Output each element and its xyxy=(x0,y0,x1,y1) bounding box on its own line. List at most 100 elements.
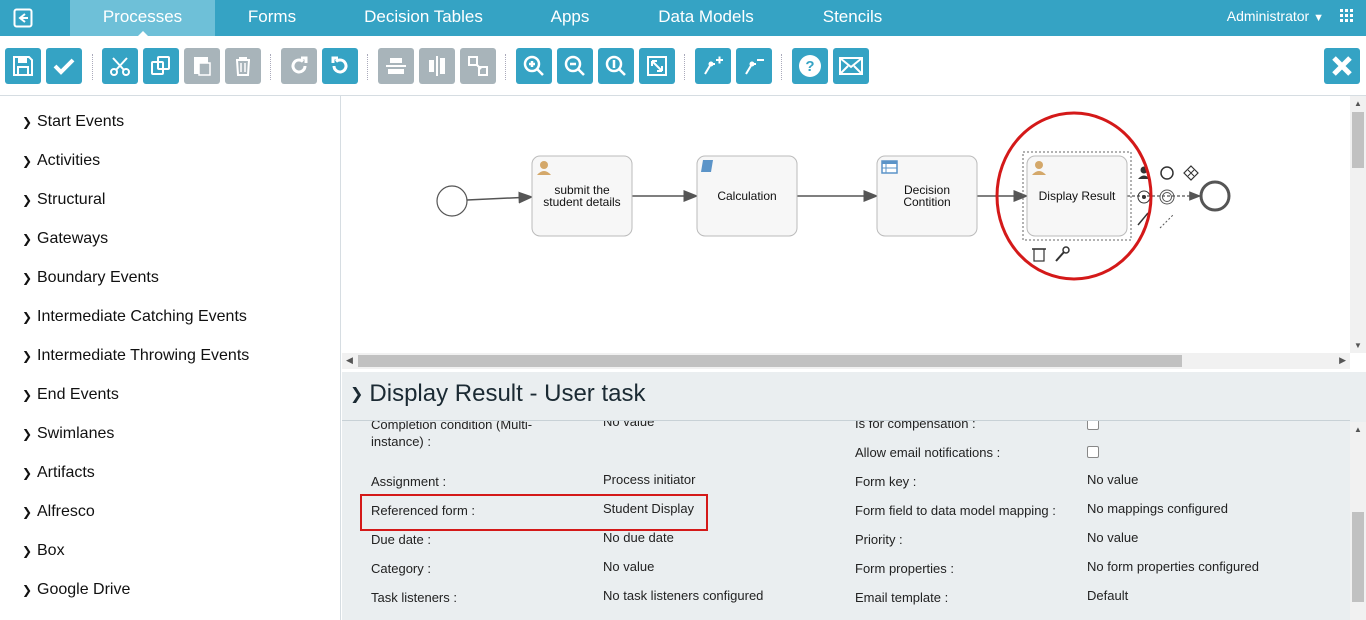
property-value[interactable]: No task listeners configured xyxy=(603,588,763,603)
canvas-vertical-scrollbar[interactable]: ▲ ▼ xyxy=(1350,96,1366,353)
property-label: Allow email notifications : xyxy=(855,445,1001,460)
save-icon xyxy=(13,56,33,76)
scroll-left-arrow-icon[interactable]: ◀ xyxy=(346,355,353,366)
chevron-right-icon: ❯ xyxy=(22,271,33,285)
palette-group-swimlanes[interactable]: ❯ Swimlanes xyxy=(22,422,114,446)
save-button[interactable] xyxy=(5,48,41,84)
palette-group-start-events[interactable]: ❯ Start Events xyxy=(22,110,124,134)
palette-group-alfresco[interactable]: ❯ Alfresco xyxy=(22,500,95,524)
task-calculation[interactable]: Calculation xyxy=(696,155,798,237)
chevron-right-icon: ❯ xyxy=(22,427,33,441)
palette-group-structural[interactable]: ❯ Structural xyxy=(22,188,105,212)
property-label: Email template : xyxy=(855,590,949,605)
scissors-icon xyxy=(110,57,130,76)
tab-processes[interactable]: Processes xyxy=(70,0,215,37)
same-size-button[interactable] xyxy=(460,48,496,84)
close-button[interactable] xyxy=(1324,48,1360,84)
add-bendpoint-button[interactable] xyxy=(695,48,731,84)
canvas-horizontal-scrollbar[interactable]: ◀ ▶ xyxy=(342,353,1350,369)
property-value[interactable]: No value xyxy=(603,559,654,574)
scroll-right-arrow-icon[interactable]: ▶ xyxy=(1339,355,1346,366)
cut-button[interactable] xyxy=(102,48,138,84)
end-event-quick-icon[interactable] xyxy=(1160,166,1174,180)
palette-group-box[interactable]: ❯ Box xyxy=(22,539,65,563)
tab-apps[interactable]: Apps xyxy=(530,0,610,36)
validate-button[interactable] xyxy=(46,48,82,84)
property-value[interactable]: No due date xyxy=(603,530,674,545)
palette-group-gateways[interactable]: ❯ Gateways xyxy=(22,227,108,251)
undo-button[interactable] xyxy=(322,48,358,84)
property-value[interactable]: No form properties configured xyxy=(1087,559,1259,574)
palette-group-activities[interactable]: ❯ Activities xyxy=(22,149,100,173)
property-value[interactable]: No mappings configured xyxy=(1087,501,1228,516)
is-for-compensation-checkbox[interactable] xyxy=(1087,421,1099,430)
property-label: Form field to data model mapping : xyxy=(855,503,1056,518)
delete-button[interactable] xyxy=(225,48,261,84)
start-event[interactable] xyxy=(436,185,468,217)
property-value[interactable]: Process initiator xyxy=(603,472,695,487)
palette-group-google-drive[interactable]: ❯ Google Drive xyxy=(22,578,130,602)
intermediate-event-quick-icon[interactable] xyxy=(1137,190,1151,204)
property-value[interactable]: No value xyxy=(1087,530,1138,545)
palette-group-intermediate-catching-events[interactable]: ❯ Intermediate Catching Events xyxy=(22,305,247,329)
chevron-down-icon: ❯ xyxy=(350,386,364,403)
chevron-down-icon: ▼ xyxy=(1313,12,1324,24)
tab-stencils[interactable]: Stencils xyxy=(805,0,900,36)
tab-decision-tables[interactable]: Decision Tables xyxy=(352,0,495,36)
palette-label: Structural xyxy=(37,191,106,208)
wrench-icon[interactable] xyxy=(1055,246,1070,262)
help-button[interactable]: ? xyxy=(792,48,828,84)
trash-icon xyxy=(236,57,250,76)
scrollbar-thumb[interactable] xyxy=(1352,112,1364,168)
zoom-fit-button[interactable] xyxy=(639,48,675,84)
tab-data-models[interactable]: Data Models xyxy=(645,0,767,36)
scrollbar-thumb[interactable] xyxy=(358,355,1182,367)
back-button[interactable] xyxy=(0,0,46,36)
scroll-up-arrow-icon[interactable]: ▲ xyxy=(1354,425,1362,434)
end-event[interactable] xyxy=(1199,180,1231,212)
copy-button[interactable] xyxy=(143,48,179,84)
gateway-quick-icon[interactable] xyxy=(1183,165,1199,181)
palette-group-boundary-events[interactable]: ❯ Boundary Events xyxy=(22,266,159,290)
zoom-out-button[interactable] xyxy=(557,48,593,84)
apps-grid-icon[interactable] xyxy=(1340,9,1354,28)
zoom-in-button[interactable] xyxy=(516,48,552,84)
zoom-fit-icon xyxy=(647,56,667,76)
property-label: Priority : xyxy=(855,532,903,547)
process-canvas[interactable]: submit the student details Calculation D… xyxy=(342,96,1366,372)
chevron-right-icon: ❯ xyxy=(22,115,33,129)
sequence-flow[interactable] xyxy=(466,191,534,204)
properties-vertical-scrollbar[interactable]: ▲ xyxy=(1350,422,1366,620)
property-label: Due date : xyxy=(371,532,431,547)
redo-button[interactable] xyxy=(281,48,317,84)
palette-label: Artifacts xyxy=(37,464,95,481)
property-label: Completion condition (Multi-instance) : xyxy=(371,421,533,449)
delete-shape-icon[interactable] xyxy=(1032,248,1046,262)
palette-group-intermediate-throwing-events[interactable]: ❯ Intermediate Throwing Events xyxy=(22,344,249,368)
chevron-right-icon: ❯ xyxy=(22,154,33,168)
feedback-button[interactable] xyxy=(833,48,869,84)
paste-button[interactable] xyxy=(184,48,220,84)
task-decision-contition[interactable]: Decision Contition xyxy=(876,155,978,237)
user-menu[interactable]: Administrator ▼ xyxy=(1227,0,1324,36)
association-quick-icon[interactable] xyxy=(1159,213,1175,229)
align-horizontal-button[interactable] xyxy=(378,48,414,84)
scroll-down-arrow-icon[interactable]: ▼ xyxy=(1354,341,1362,350)
zoom-actual-button[interactable] xyxy=(598,48,634,84)
remove-bendpoint-button[interactable] xyxy=(736,48,772,84)
boundary-event-quick-icon[interactable] xyxy=(1159,189,1175,205)
property-value[interactable]: No value xyxy=(603,421,654,429)
task-display-result[interactable]: Display Result xyxy=(1022,151,1132,241)
tab-forms[interactable]: Forms xyxy=(222,0,322,36)
allow-email-notifications-checkbox[interactable] xyxy=(1087,446,1099,458)
property-value[interactable]: Default xyxy=(1087,588,1128,603)
palette-label: Start Events xyxy=(37,113,125,130)
task-submit-student-details[interactable]: submit the student details xyxy=(531,155,633,237)
palette-group-artifacts[interactable]: ❯ Artifacts xyxy=(22,461,95,485)
scroll-up-arrow-icon[interactable]: ▲ xyxy=(1354,99,1362,108)
palette-group-end-events[interactable]: ❯ End Events xyxy=(22,383,119,407)
scrollbar-thumb[interactable] xyxy=(1352,512,1364,602)
align-vertical-button[interactable] xyxy=(419,48,455,84)
property-value[interactable]: No value xyxy=(1087,472,1138,487)
properties-title[interactable]: ❯ Display Result - User task xyxy=(350,380,645,408)
